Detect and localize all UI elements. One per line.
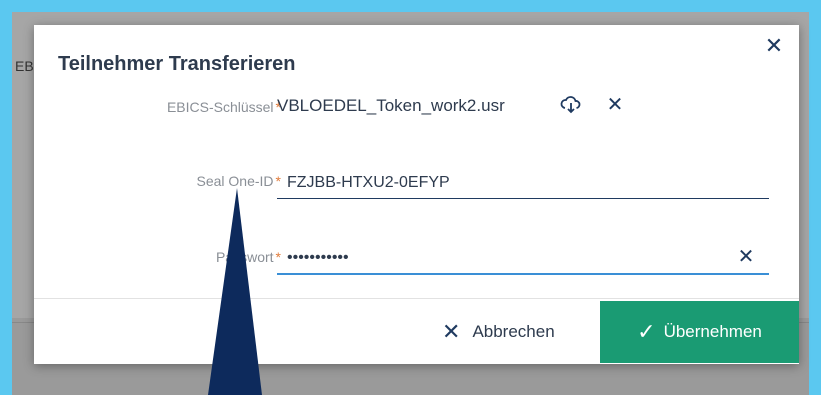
password-row: Passwort * ✕ xyxy=(34,239,799,279)
seal-one-id-label: Seal One-ID * xyxy=(196,173,282,189)
apply-button[interactable]: ✓ Übernehmen xyxy=(600,301,799,363)
close-icon[interactable]: ✕ xyxy=(763,35,785,57)
password-input[interactable] xyxy=(277,243,769,275)
seal-one-id-row: Seal One-ID * xyxy=(34,163,799,203)
ebics-key-row: EBICS-Schlüssel * VBLOEDEL_Token_work2.us… xyxy=(34,87,799,127)
cancel-button[interactable]: ✕ Abbrechen xyxy=(442,317,555,347)
dialog-title: Teilnehmer Transferieren xyxy=(58,53,296,75)
close-icon: ✕ xyxy=(442,319,461,344)
clear-password-icon[interactable]: ✕ xyxy=(735,246,757,268)
password-label: Passwort * xyxy=(215,249,281,265)
seal-one-id-input[interactable] xyxy=(277,167,769,199)
download-icon[interactable] xyxy=(560,94,582,116)
checkmark-icon: ✓ xyxy=(637,319,656,344)
transfer-dialog: ✕ Teilnehmer Transferieren EBICS-Schlüss… xyxy=(34,25,799,364)
ebics-key-value: VBLOEDEL_Token_work2.usr xyxy=(277,96,505,115)
cancel-button-label: Abbrechen xyxy=(472,322,555,341)
remove-file-icon[interactable]: ✕ xyxy=(604,94,626,116)
dialog-footer: ✕ Abbrechen ✓ Übernehmen xyxy=(34,298,799,365)
apply-button-label: Übernehmen xyxy=(663,322,762,341)
ebics-key-label: EBICS-Schlüssel * xyxy=(166,99,281,115)
